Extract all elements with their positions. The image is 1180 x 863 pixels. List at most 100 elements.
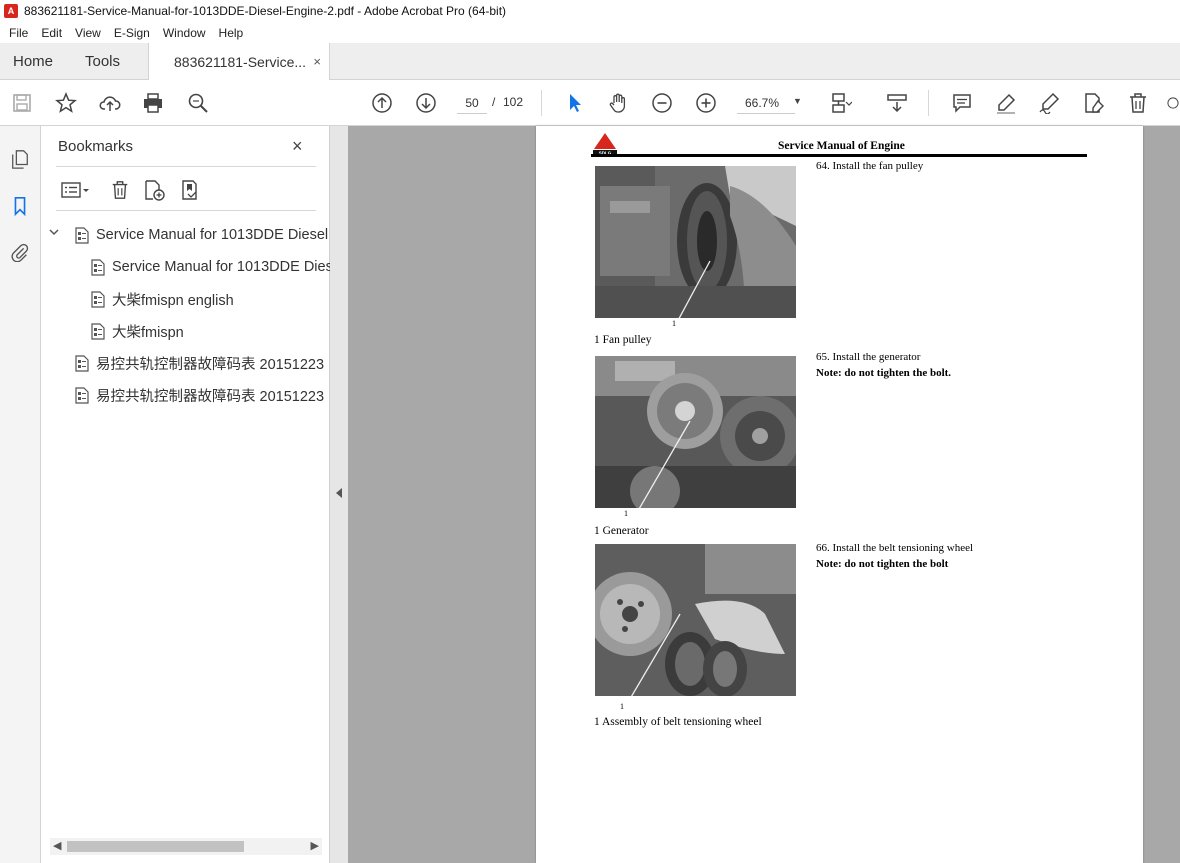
bookmark-label: 易控共轨控制器故障码表 20151223 [96, 356, 325, 373]
figure-caption: 1 Generator [594, 525, 649, 537]
page-total: 102 [503, 95, 524, 109]
window-title: 883621181-Service-Manual-for-1013DDE-Die… [24, 4, 507, 18]
figure-caption: 1 Assembly of belt tensioning wheel [594, 716, 762, 728]
star-icon[interactable] [54, 91, 78, 115]
title-bar: A 883621181-Service-Manual-for-1013DDE-D… [0, 0, 1180, 22]
page-separator: / [492, 95, 496, 109]
find-text-icon[interactable] [186, 91, 210, 115]
scroll-mode-icon[interactable] [885, 91, 909, 115]
zoom-out-icon[interactable] [650, 91, 674, 115]
step-instruction: 65. Install the generator [816, 351, 921, 363]
horizontal-scrollbar[interactable]: ◀ ▶ [50, 838, 322, 855]
upload-cloud-icon[interactable] [98, 91, 122, 115]
bookmark-from-selection-icon[interactable] [178, 178, 202, 202]
fan-pulley-photo [595, 166, 796, 318]
pdf-page: SDLG Service Manual of Engine 1 1 Fan pu… [536, 126, 1143, 863]
bookmark-page-icon [91, 322, 105, 340]
bookmarks-toolbar [56, 176, 316, 204]
menu-help[interactable]: Help [214, 26, 249, 40]
divider [56, 210, 316, 211]
bookmark-item[interactable]: 大柴fmispn [90, 320, 184, 342]
step-note: Note: do not tighten the bolt. [816, 367, 952, 379]
previous-page-icon[interactable] [370, 91, 394, 115]
bookmark-item[interactable]: 大柴fmispn english [90, 288, 234, 310]
zoom-level-input[interactable] [737, 92, 795, 114]
delete-bookmark-icon[interactable] [108, 178, 132, 202]
bookmark-page-icon [91, 258, 105, 276]
sdlg-logo: SDLG [593, 133, 617, 155]
attachments-paperclip-icon[interactable] [9, 241, 31, 263]
bookmarks-icon[interactable] [9, 195, 31, 217]
callout-number: 1 [672, 319, 676, 328]
bookmark-item[interactable]: Service Manual for 1013DDE Diesel Engine [90, 256, 330, 278]
tab-document-label: 883621181-Service... [174, 54, 307, 70]
page-header-title: Service Manual of Engine [778, 140, 905, 152]
bookmark-page-icon [75, 354, 89, 372]
bookmark-label: 易控共轨控制器故障码表 20151223 [96, 388, 325, 405]
toolbar-divider [928, 90, 929, 116]
menu-view[interactable]: View [70, 26, 106, 40]
close-panel-icon[interactable]: × [292, 136, 303, 157]
collapse-arrow-icon[interactable] [336, 488, 342, 498]
panel-collapse-handle[interactable] [330, 126, 348, 863]
delete-icon[interactable] [1126, 91, 1150, 115]
comment-icon[interactable] [950, 91, 974, 115]
bookmark-item[interactable]: Service Manual for 1013DDE Diesel Engine [49, 224, 330, 246]
toolbar-divider [541, 90, 542, 116]
callout-number: 1 [620, 702, 624, 711]
select-cursor-icon[interactable] [563, 91, 587, 115]
belt-tensioning-wheel-photo [595, 544, 796, 696]
bookmark-label: Service Manual for 1013DDE Diesel Engine [96, 227, 330, 243]
bookmark-page-icon [75, 226, 89, 244]
hand-tool-icon[interactable] [606, 91, 630, 115]
more-tools-icon[interactable] [1166, 91, 1180, 115]
bookmark-options-icon[interactable] [58, 178, 92, 202]
save-icon[interactable] [10, 91, 34, 115]
menu-window[interactable]: Window [158, 26, 211, 40]
close-tab-icon[interactable]: × [313, 54, 321, 69]
header-rule [591, 154, 1087, 157]
next-page-icon[interactable] [414, 91, 438, 115]
bookmark-page-icon [91, 290, 105, 308]
divider [56, 166, 316, 167]
menu-edit[interactable]: Edit [36, 26, 67, 40]
acrobat-app-icon: A [4, 4, 18, 18]
generator-photo [595, 356, 796, 508]
scroll-left-icon[interactable]: ◀ [53, 839, 61, 852]
page-display-icon[interactable] [829, 91, 853, 115]
edit-pdf-icon[interactable] [1081, 91, 1105, 115]
tab-home[interactable]: Home [13, 43, 53, 80]
step-note: Note: do not tighten the bolt [816, 558, 949, 570]
scrollbar-thumb[interactable] [67, 841, 244, 852]
menu-file[interactable]: File [4, 26, 33, 40]
bookmark-item[interactable]: 易控共轨控制器故障码表 20151223 [74, 384, 324, 406]
callout-number: 1 [624, 509, 628, 518]
scroll-right-icon[interactable]: ▶ [311, 839, 319, 852]
bookmark-label: 大柴fmispn english [112, 292, 234, 309]
highlight-pen-icon[interactable] [994, 91, 1018, 115]
chevron-down-icon[interactable] [48, 226, 60, 241]
bookmarks-tree: Service Manual for 1013DDE Diesel Engine… [41, 222, 330, 822]
bookmark-page-icon [75, 386, 89, 404]
figure-caption: 1 Fan pulley [594, 334, 652, 346]
bookmarks-panel: Bookmarks × Service Manual for 1013DDE D… [41, 126, 330, 863]
tab-tools[interactable]: Tools [85, 43, 120, 80]
bookmark-label: Service Manual for 1013DDE Diesel Engine [112, 259, 330, 275]
zoom-in-icon[interactable] [694, 91, 718, 115]
navigation-rail [0, 126, 41, 863]
main-toolbar: / 102 ▼ [0, 80, 1180, 126]
bookmark-item[interactable]: 易控共轨控制器故障码表 20151223 [74, 352, 324, 374]
zoom-dropdown-chevron-icon[interactable]: ▼ [793, 96, 802, 106]
new-bookmark-icon[interactable] [142, 178, 166, 202]
tab-bar: Home Tools 883621181-Service... × [0, 43, 1180, 81]
print-icon[interactable] [141, 91, 165, 115]
step-instruction: 66. Install the belt tensioning wheel [816, 542, 974, 554]
menu-esign[interactable]: E-Sign [109, 26, 155, 40]
bookmark-label: 大柴fmispn [112, 324, 184, 341]
bookmarks-panel-title: Bookmarks [58, 138, 134, 155]
step-instruction: 64. Install the fan pulley [816, 160, 924, 172]
draw-freehand-icon[interactable] [1037, 91, 1061, 115]
page-number-input[interactable] [457, 92, 487, 114]
page-thumbnails-icon[interactable] [9, 148, 31, 170]
tab-document[interactable]: 883621181-Service... × [148, 43, 330, 81]
